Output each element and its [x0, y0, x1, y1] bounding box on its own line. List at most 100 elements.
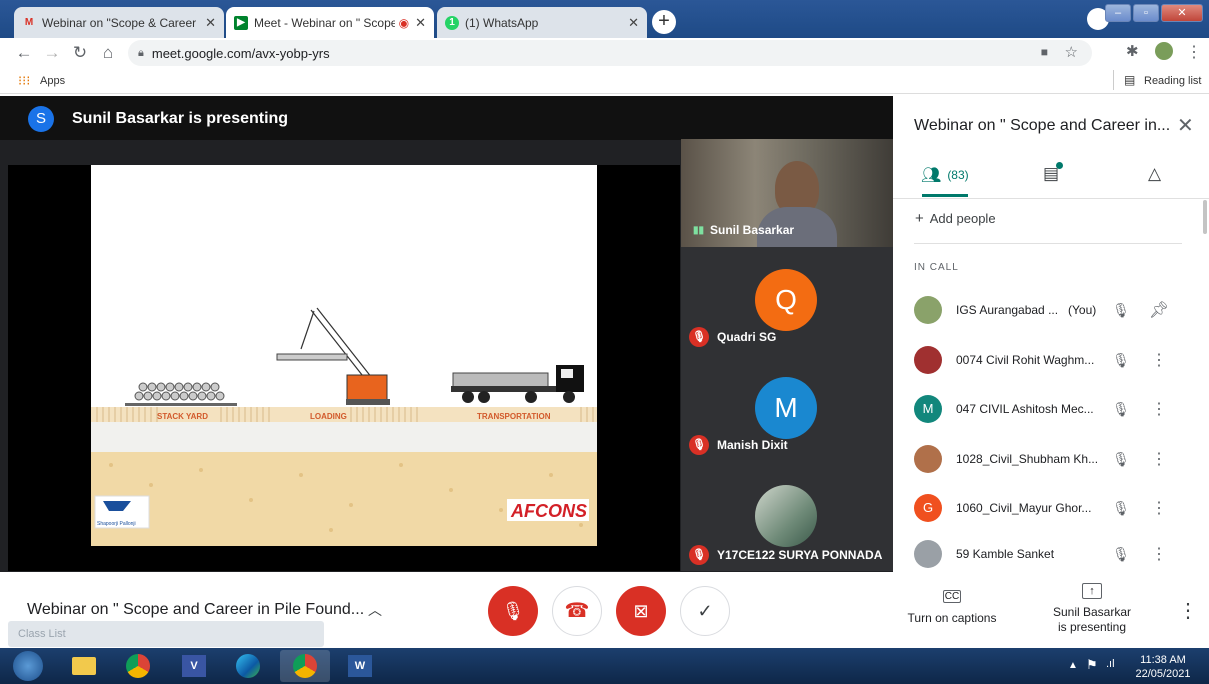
more-options-icon[interactable]: ⋮ [1146, 399, 1172, 419]
meet-icon: ▶ [234, 15, 248, 30]
avatar [755, 485, 817, 547]
address-bar[interactable]: 🔒︎ meet.google.com/avx-yobp-yrs ■ ☆ [128, 40, 1092, 66]
word-icon: W [348, 655, 372, 677]
participant-row[interactable]: IGS Aurangabad ... (You) 🎙︎ 📌︎ [914, 290, 1194, 330]
avatar: Q [755, 269, 817, 331]
slide-illustration: STACK YARD LOADING TRANSPORTATION Shapoo… [91, 307, 597, 546]
activities-icon[interactable]: △ [1148, 164, 1161, 184]
camera-off-icon: ⊠ [633, 601, 649, 621]
extensions-icon[interactable]: ✱ [1126, 42, 1139, 60]
tray-expand-icon[interactable]: ▲ [1068, 660, 1078, 671]
mic-off-icon: 🎙︎ [689, 327, 709, 347]
close-icon[interactable]: ✕ [415, 15, 426, 31]
taskbar-chrome[interactable] [118, 650, 158, 682]
reading-list-button[interactable]: Reading list [1144, 75, 1201, 87]
tile-name-manish: Manish Dixit [717, 438, 788, 452]
network-icon[interactable]: ⚑ [1086, 657, 1098, 673]
phone-hangup-icon: ☎ [564, 600, 590, 622]
taskbar-visio[interactable]: V [174, 650, 214, 682]
mic-off-icon: 🎙︎ [1112, 545, 1130, 562]
pin-icon[interactable]: 📌︎ [1146, 300, 1172, 320]
home-icon[interactable]: ⌂ [94, 43, 122, 63]
leave-call-button[interactable]: ☎ [552, 586, 602, 636]
star-icon[interactable]: ☆ [1065, 43, 1078, 61]
visio-icon: V [182, 655, 206, 677]
participant-name: 1060_Civil_Mayur Ghor... [956, 501, 1092, 515]
signal-icon[interactable]: .ıl [1106, 658, 1115, 670]
avatar [914, 445, 942, 473]
presenting-header: S Sunil Basarkar is presenting [0, 96, 893, 140]
participant-row[interactable]: 1028_Civil_Shubham Kh... 🎙︎ ⋮ [914, 439, 1194, 479]
windows-start-icon [13, 651, 43, 681]
mic-toggle-button[interactable]: 🎙︎ [488, 586, 538, 636]
camera-icon[interactable]: ■ [1041, 45, 1048, 59]
scrollbar[interactable] [1203, 200, 1207, 234]
apps-bookmark[interactable]: Apps [40, 75, 65, 87]
close-icon[interactable]: ✕ [628, 15, 639, 31]
clock-time: 11:38 AM [1140, 654, 1186, 666]
mic-off-icon: 🎙︎ [1112, 450, 1130, 467]
bookmarks-bar: ⁝⁝⁝ Apps ▤ Reading list [0, 68, 1209, 94]
class-list-toolbar[interactable]: Class List [8, 621, 324, 647]
video-tile-manish[interactable]: M 🎙︎ Manish Dixit [681, 355, 893, 463]
close-icon[interactable]: ✕ [205, 15, 216, 31]
close-window-button[interactable]: ✕ [1161, 4, 1203, 22]
more-options-icon[interactable]: ⋮ [1146, 544, 1172, 564]
url-text: meet.google.com/avx-yobp-yrs [151, 45, 330, 61]
reload-icon[interactable]: ↻ [66, 43, 94, 63]
more-options-icon[interactable]: ⋮ [1146, 449, 1172, 469]
divider [893, 198, 1209, 199]
presenting-text: Sunil Basarkar is presenting [72, 110, 289, 127]
slide-label-loading: LOADING [310, 412, 347, 421]
avatar [914, 346, 942, 374]
video-tile-quadri[interactable]: Q 🎙︎ Quadri SG [681, 247, 893, 355]
mic-off-icon: 🎙︎ [1112, 351, 1130, 368]
divider [914, 243, 1182, 244]
system-clock[interactable]: 11:38 AM 22/05/2021 [1132, 653, 1194, 681]
participant-row[interactable]: 59 Kamble Sanket 🎙︎ ⋮ [914, 538, 1194, 570]
avatar: M [914, 395, 942, 423]
chat-badge [1056, 162, 1063, 169]
add-person-icon: + [915, 210, 924, 227]
video-tile-surya[interactable]: 🎙︎ Y17CE122 SURYA PONNADA [681, 463, 893, 571]
speaking-icon: ▮▮ [693, 224, 705, 236]
close-panel-icon[interactable]: ✕ [1177, 113, 1194, 138]
folder-icon [72, 657, 96, 675]
taskbar-chrome-active[interactable] [280, 650, 330, 682]
taskbar-word[interactable]: W [340, 650, 380, 682]
edge-icon [236, 654, 260, 678]
chrome-icon [126, 654, 150, 678]
tile-name-sunil: Sunil Basarkar [710, 223, 795, 237]
menu-icon[interactable]: ⋮ [1186, 42, 1202, 62]
taskbar-edge[interactable] [228, 650, 268, 682]
chevron-up-icon[interactable]: ︿ [368, 600, 382, 620]
back-icon[interactable]: ← [10, 43, 38, 63]
more-actions-button[interactable]: ✓ [680, 586, 730, 636]
new-tab-button[interactable]: + [652, 10, 676, 34]
minimize-button[interactable]: – [1105, 4, 1131, 22]
slide-logo-left: Shapoorji Pallonji [97, 521, 136, 527]
participant-row[interactable]: G 1060_Civil_Mayur Ghor... 🎙︎ ⋮ [914, 488, 1194, 528]
recording-icon: ◉ [398, 15, 410, 30]
taskbar-explorer[interactable] [64, 650, 104, 682]
tab-whatsapp[interactable]: 1 (1) WhatsApp ✕ [437, 7, 647, 38]
gmail-icon: M [24, 17, 34, 28]
camera-toggle-button[interactable]: ⊠ [616, 586, 666, 636]
video-tile-presenter[interactable]: ▮▮ Sunil Basarkar [681, 139, 893, 247]
tab-meet[interactable]: ▶ Meet - Webinar on " Scope a ◉ ✕ [226, 7, 434, 38]
tab-people[interactable]: 👥︎ (83) [921, 165, 969, 185]
present-button[interactable]: ↑ Sunil Basarkar is presenting [1040, 583, 1144, 635]
participant-row[interactable]: M 047 CIVIL Ashitosh Mec... 🎙︎ ⋮ [914, 389, 1194, 429]
start-button[interactable] [8, 650, 48, 682]
maximize-button[interactable]: ▫ [1133, 4, 1159, 22]
profile-avatar[interactable] [1155, 42, 1173, 60]
divider [1113, 70, 1114, 90]
add-people-button[interactable]: + Add people [915, 210, 996, 227]
forward-icon[interactable]: → [38, 43, 66, 63]
more-options-icon[interactable]: ⋮ [1146, 350, 1172, 370]
participant-row[interactable]: 0074 Civil Rohit Waghm... 🎙︎ ⋮ [914, 340, 1194, 380]
more-options-icon[interactable]: ⋮ [1146, 498, 1172, 518]
tab-gmail[interactable]: M Webinar on "Scope & Career in F ✕ [14, 7, 224, 38]
captions-button[interactable]: CC Turn on captions [900, 590, 1004, 625]
more-options-icon[interactable]: ⋮ [1178, 598, 1198, 623]
